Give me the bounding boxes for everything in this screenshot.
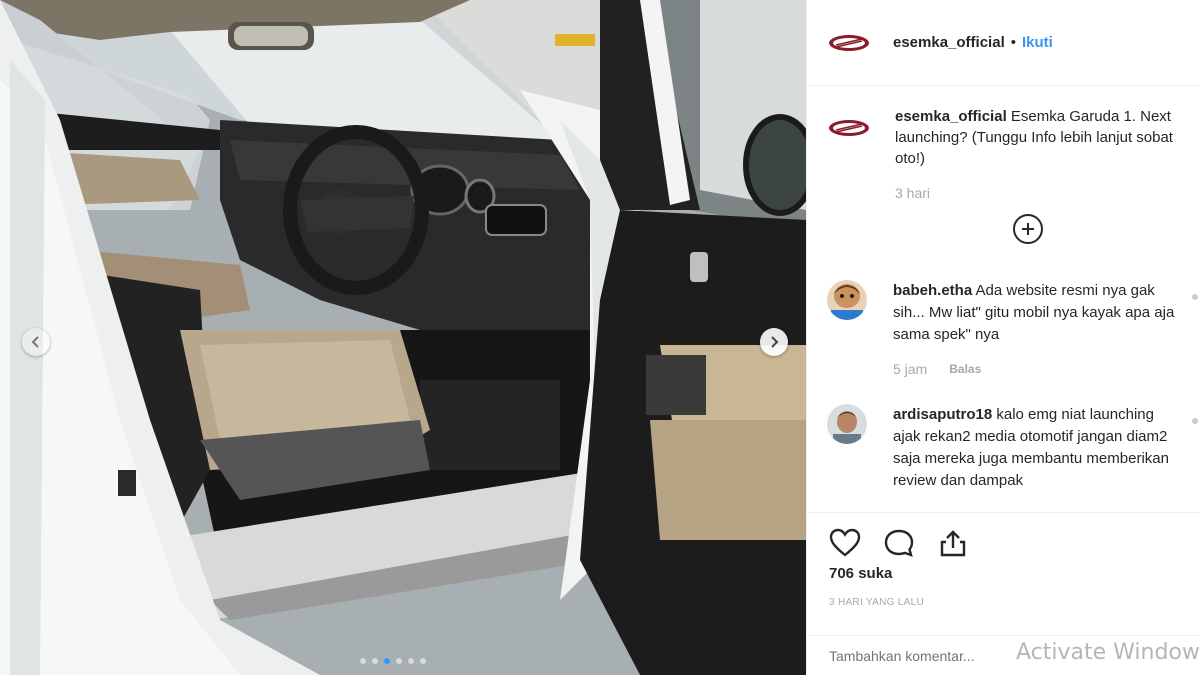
action-bar	[827, 527, 971, 559]
chevron-right-icon	[771, 336, 779, 348]
comment-like-icon[interactable]	[1192, 294, 1198, 300]
comment-time[interactable]: 5 jam	[893, 358, 927, 380]
like-count[interactable]: 706 suka	[829, 565, 892, 582]
car-interior-photo	[0, 0, 806, 675]
carousel-dot	[420, 658, 426, 664]
follow-button[interactable]: Ikuti	[1022, 34, 1053, 51]
load-more-comments-button[interactable]	[1013, 214, 1043, 244]
caption-time[interactable]: 3 hari	[895, 183, 1195, 204]
previous-photo-button[interactable]	[22, 328, 50, 356]
esemka-logo-icon	[829, 34, 869, 51]
avatar-photo-icon	[827, 404, 867, 444]
comment-like-icon[interactable]	[1192, 418, 1198, 424]
comment-username[interactable]: babeh.etha	[893, 282, 972, 299]
carousel-dot	[396, 658, 402, 664]
reply-button[interactable]: Balas	[949, 358, 981, 380]
post-author-username[interactable]: esemka_official	[893, 34, 1005, 51]
header-separator: •	[1010, 34, 1016, 51]
commenter-avatar[interactable]	[827, 280, 867, 320]
caption-avatar[interactable]	[827, 106, 871, 150]
windows-activation-watermark: Activate Windows	[1016, 640, 1200, 665]
comment-body: ardisaputro18 kalo emg niat launching aj…	[893, 404, 1183, 492]
post-header: esemka_official • Ikuti	[807, 0, 1200, 86]
heart-icon	[829, 528, 861, 557]
commenter-avatar[interactable]	[827, 404, 867, 444]
caption-body: esemka_official Esemka Garuda 1. Next la…	[895, 106, 1195, 204]
post-timestamp[interactable]: 3 HARI YANG LALU	[829, 597, 924, 608]
carousel-dot	[360, 658, 366, 664]
like-button[interactable]	[827, 527, 863, 559]
esemka-logo-avatar[interactable]	[827, 20, 871, 65]
post-photo[interactable]	[0, 0, 806, 675]
avatar-photo-icon	[827, 280, 867, 320]
share-icon	[940, 530, 966, 557]
post-caption: esemka_official Esemka Garuda 1. Next la…	[827, 106, 1197, 204]
comment-body: babeh.etha Ada website resmi nya gak sih…	[893, 280, 1183, 380]
plus-circle-icon	[1022, 223, 1034, 235]
comment-input[interactable]	[829, 648, 1009, 664]
carousel-dot-active	[384, 658, 390, 664]
carousel-dot	[408, 658, 414, 664]
comment-button[interactable]	[881, 527, 917, 559]
esemka-logo-icon	[829, 120, 869, 136]
comment-item: ardisaputro18 kalo emg niat launching aj…	[827, 404, 1200, 492]
post-side-panel: esemka_official • Ikuti esemka_official …	[806, 0, 1200, 675]
comment-username[interactable]: ardisaputro18	[893, 406, 992, 423]
share-button[interactable]	[935, 527, 971, 559]
chevron-left-icon	[31, 336, 39, 348]
next-photo-button[interactable]	[760, 328, 788, 356]
comment-meta: 5 jam Balas	[893, 358, 1183, 380]
comment-bubble-icon	[884, 529, 914, 557]
carousel-indicator	[360, 658, 426, 664]
comment-item: babeh.etha Ada website resmi nya gak sih…	[827, 280, 1200, 380]
carousel-dot	[372, 658, 378, 664]
caption-username[interactable]: esemka_official	[895, 108, 1007, 125]
